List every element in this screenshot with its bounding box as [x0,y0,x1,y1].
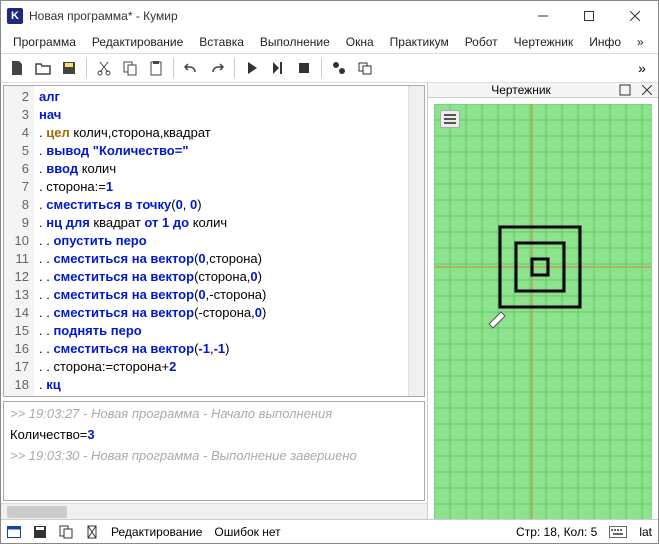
actors-icon[interactable] [327,56,351,80]
separator [234,58,235,78]
statusbar: Редактирование Ошибок нет Стр: 18, Кол: … [1,519,658,543]
status-position: Стр: 18, Кол: 5 [516,525,597,539]
status-keyboard-icon[interactable] [609,526,627,538]
menu-item[interactable]: Практикум [384,33,455,51]
left-pane: 2345678910111213141516171819 алгнач. цел… [1,83,428,519]
panel-header: Чертежник [428,83,658,98]
menu-item[interactable]: Чертежник [508,33,580,51]
minimize-button[interactable] [520,1,566,31]
line-gutter: 2345678910111213141516171819 [4,86,34,396]
window-title: Новая программа* - Кумир [29,9,520,23]
menu-item[interactable]: Редактирование [86,33,189,51]
console-hscroll[interactable] [1,503,427,519]
menu-item[interactable]: Вставка [193,33,250,51]
paste-icon[interactable] [144,56,168,80]
main-area: 2345678910111213141516171819 алгнач. цел… [1,83,658,519]
separator [321,58,322,78]
menu-item[interactable]: Выполнение [254,33,336,51]
drawing-canvas[interactable] [434,104,652,519]
right-pane: Чертежник [428,83,658,519]
status-copy-icon[interactable] [59,525,73,539]
menu-item[interactable]: Инфо [583,33,627,51]
menu-item[interactable]: Программа [7,33,82,51]
status-mode: Редактирование [111,525,202,539]
redo-icon[interactable] [205,56,229,80]
console[interactable]: >> 19:03:27 - Новая программа - Начало в… [3,401,425,501]
canvas-svg [434,104,652,519]
canvas-menu-icon[interactable] [440,110,460,128]
app-icon: K [7,8,23,24]
panel-close-icon[interactable] [636,85,658,95]
menubar: ПрограммаРедактированиеВставкаВыполнение… [1,31,658,53]
save-file-icon[interactable] [57,56,81,80]
stop-icon[interactable] [292,56,316,80]
titlebar: K Новая программа* - Кумир [1,1,658,31]
toolbar: » [1,53,658,83]
windows-icon[interactable] [353,56,377,80]
toolbar-overflow[interactable]: » [630,56,654,80]
separator [173,58,174,78]
undo-icon[interactable] [179,56,203,80]
status-window-icon[interactable] [7,526,21,538]
panel-detach-icon[interactable] [614,84,636,96]
copy-icon[interactable] [118,56,142,80]
cut-icon[interactable] [92,56,116,80]
status-errors: Ошибок нет [214,525,280,539]
editor[interactable]: 2345678910111213141516171819 алгнач. цел… [3,85,425,397]
editor-vscroll[interactable] [408,86,424,396]
maximize-button[interactable] [566,1,612,31]
menu-item[interactable]: Окна [340,33,380,51]
menu-item[interactable]: » [631,33,650,51]
status-clear-icon[interactable] [85,525,99,539]
pen-cursor-icon [489,312,505,328]
step-icon[interactable] [266,56,290,80]
console-log-end: >> 19:03:30 - Новая программа - Выполнен… [10,448,418,463]
console-prompt: Количество=3 [10,427,418,442]
status-save-icon[interactable] [33,525,47,539]
open-file-icon[interactable] [31,56,55,80]
run-icon[interactable] [240,56,264,80]
status-lang: lat [639,525,652,539]
menu-item[interactable]: Робот [459,33,504,51]
close-button[interactable] [612,1,658,31]
code-area[interactable]: алгнач. цел колич,сторона,квадрат. вывод… [34,86,408,396]
console-log-start: >> 19:03:27 - Новая программа - Начало в… [10,406,418,421]
new-file-icon[interactable] [5,56,29,80]
separator [86,58,87,78]
panel-title: Чертежник [428,83,614,97]
